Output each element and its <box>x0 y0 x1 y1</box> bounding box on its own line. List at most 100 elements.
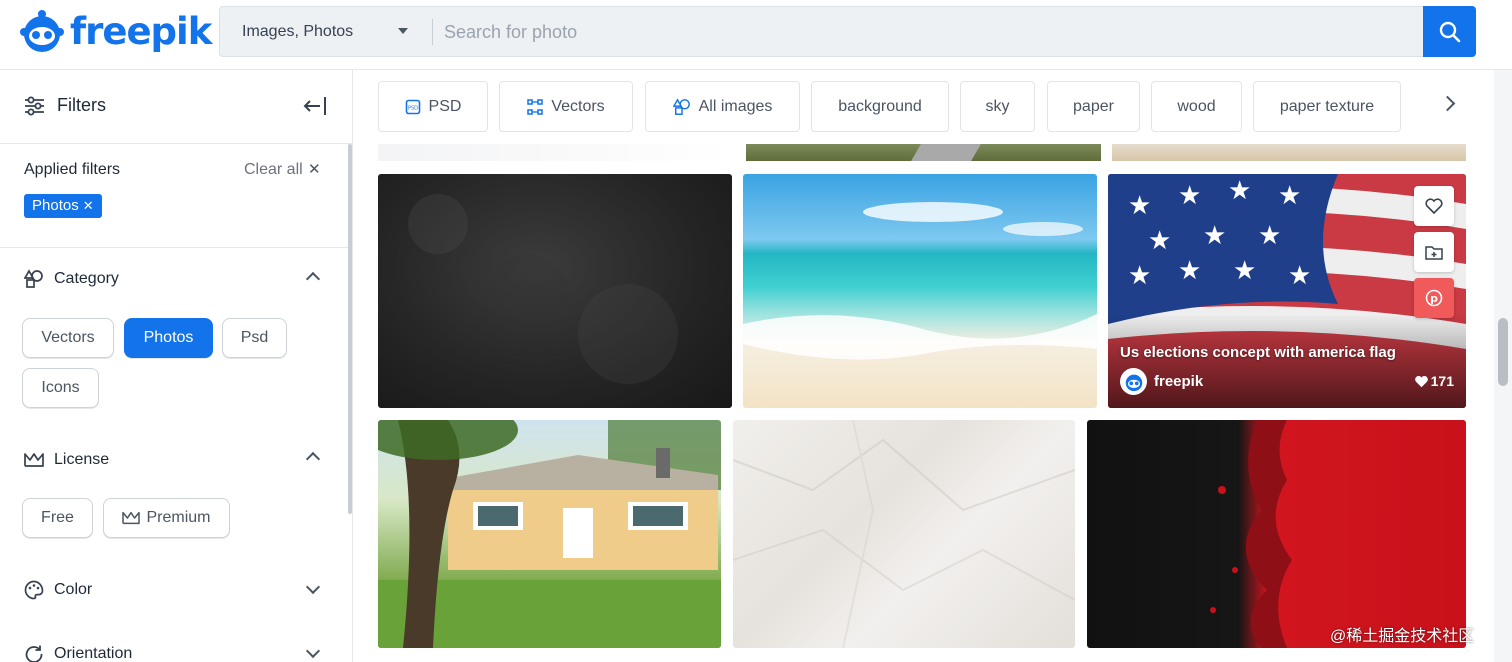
likes-value: 171 <box>1430 373 1454 389</box>
sidebar-scrollbar[interactable] <box>348 144 352 514</box>
asset-type-select[interactable]: Images, Photos <box>220 7 432 56</box>
category-option-psd[interactable]: Psd <box>222 318 287 358</box>
license-title: License <box>54 451 110 468</box>
page-scrollbar-thumb[interactable] <box>1498 318 1508 386</box>
image-card-us-flag[interactable]: ★ ★ ★ ★ ★ ★ ★ ★ ★ ★ ★ p Us elections concept wit… <box>1108 174 1466 408</box>
image-card-beach[interactable] <box>743 174 1097 408</box>
crown-icon <box>122 511 141 525</box>
paper-creases <box>733 420 1075 648</box>
logo-wordmark: freepik <box>70 10 212 53</box>
grunge-texture <box>408 194 678 384</box>
sliders-icon <box>25 96 44 116</box>
search-bar: Images, Photos <box>219 6 1476 57</box>
orientation-section-header[interactable]: Orientation <box>24 642 132 662</box>
partial-image[interactable] <box>1112 144 1466 161</box>
likes-count: 171 <box>1414 373 1454 389</box>
filters-header: Filters <box>0 70 352 144</box>
heart-icon <box>1414 375 1428 387</box>
crown-icon <box>24 453 44 467</box>
top-header: freepik Images, Photos <box>0 0 1512 70</box>
clear-all-link[interactable]: Clear all <box>244 161 303 179</box>
asset-type-label: Images, Photos <box>242 22 354 40</box>
search-input[interactable] <box>442 15 1402 49</box>
category-option-photos[interactable]: Photos <box>124 318 213 358</box>
color-section-header[interactable]: Color <box>24 578 92 602</box>
category-section-header[interactable]: Category <box>24 267 119 291</box>
partial-image[interactable] <box>746 144 1101 161</box>
applied-filters: Applied filters Clear all ✕ Photos ✕ <box>0 144 352 248</box>
results-area: PSD PSD Vectors All images background sk… <box>354 70 1494 662</box>
svg-text:★: ★ <box>1233 255 1256 285</box>
author-name: freepik <box>1154 373 1204 390</box>
pinterest-share-button[interactable]: p <box>1414 278 1454 318</box>
like-button[interactable] <box>1414 186 1454 226</box>
color-title: Color <box>54 581 93 598</box>
applied-filters-title: Applied filters <box>24 161 121 178</box>
svg-text:★: ★ <box>1178 180 1201 210</box>
category-option-vectors[interactable]: Vectors <box>22 318 114 358</box>
pinterest-icon: p <box>1425 289 1443 307</box>
save-to-collection-button[interactable] <box>1414 232 1454 272</box>
close-icon[interactable]: ✕ <box>83 198 94 213</box>
road-shape <box>911 144 981 161</box>
category-title: Category <box>54 270 119 287</box>
chip-label: Photos <box>32 197 79 214</box>
image-card-house[interactable] <box>378 420 721 648</box>
search-icon <box>1439 21 1460 42</box>
tag-psd[interactable]: PSD PSD <box>378 81 488 132</box>
image-card-dark-texture[interactable] <box>378 174 732 408</box>
collapse-sidebar-icon[interactable] <box>302 95 328 117</box>
svg-text:PSD: PSD <box>408 105 418 111</box>
avatar <box>1120 368 1147 395</box>
svg-text:★: ★ <box>1258 220 1281 250</box>
category-option-icons[interactable]: Icons <box>22 368 99 408</box>
folder-plus-icon <box>1425 246 1443 260</box>
paint-splatter <box>1210 420 1292 648</box>
shapes-icon <box>672 97 691 116</box>
svg-text:★: ★ <box>1128 190 1151 220</box>
author-link[interactable]: freepik <box>1120 368 1203 395</box>
svg-text:★: ★ <box>1228 175 1251 205</box>
house-scene <box>378 420 721 648</box>
license-section-header[interactable]: License <box>24 448 109 472</box>
freepik-logo[interactable]: freepik <box>18 8 212 56</box>
license-option-free[interactable]: Free <box>22 498 93 538</box>
vector-nodes-icon <box>527 98 544 115</box>
filters-sidebar: Filters Applied filters Clear all ✕ Phot… <box>0 70 353 662</box>
clear-all-close-icon[interactable]: ✕ <box>308 160 321 178</box>
chevron-down-icon[interactable] <box>305 579 321 595</box>
search-divider <box>432 19 433 45</box>
chevron-up-icon[interactable] <box>305 271 321 287</box>
svg-text:p: p <box>1430 292 1438 305</box>
image-card-crumpled-paper[interactable] <box>733 420 1075 648</box>
heart-outline-icon <box>1425 198 1443 214</box>
tag-background[interactable]: background <box>811 81 949 132</box>
tag-all-images[interactable]: All images <box>645 81 800 132</box>
chevron-up-icon[interactable] <box>305 451 321 467</box>
svg-text:★: ★ <box>1148 225 1171 255</box>
svg-text:★: ★ <box>1178 255 1201 285</box>
rotate-icon <box>25 645 43 662</box>
image-card-black-red-paint[interactable] <box>1087 420 1466 648</box>
svg-text:★: ★ <box>1288 260 1311 290</box>
tag-wood[interactable]: wood <box>1151 81 1242 132</box>
license-option-premium[interactable]: Premium <box>103 498 230 538</box>
palette-icon <box>24 580 44 600</box>
premium-label: Premium <box>146 509 211 526</box>
shapes-icon <box>24 269 43 288</box>
chevron-right-icon[interactable] <box>1439 95 1456 112</box>
orientation-title: Orientation <box>54 645 133 662</box>
tag-paper[interactable]: paper <box>1047 81 1140 132</box>
svg-text:★: ★ <box>1278 180 1301 210</box>
search-button[interactable] <box>1423 6 1476 57</box>
tag-sky[interactable]: sky <box>960 81 1035 132</box>
chevron-down-icon[interactable] <box>305 643 321 659</box>
svg-text:★: ★ <box>1203 220 1226 250</box>
beach-waves <box>743 202 1097 360</box>
tag-vectors[interactable]: Vectors <box>499 81 633 132</box>
freepik-mascot-icon <box>20 10 64 52</box>
tag-paper-texture[interactable]: paper texture <box>1253 81 1401 132</box>
partial-image[interactable] <box>378 144 732 161</box>
applied-filter-chip-photos[interactable]: Photos ✕ <box>24 194 102 218</box>
filters-title: Filters <box>57 95 106 115</box>
